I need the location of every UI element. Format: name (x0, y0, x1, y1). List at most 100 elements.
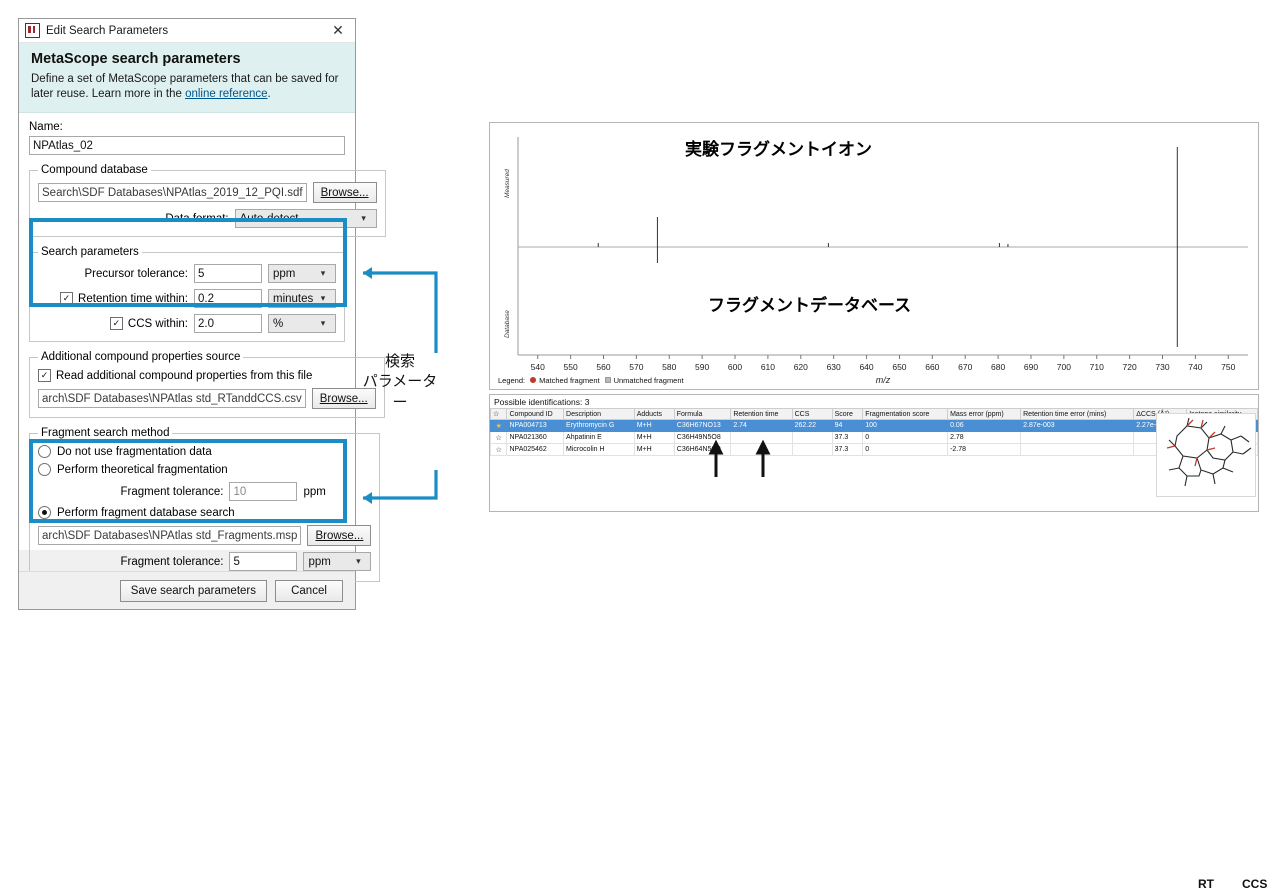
precursor-tolerance-label: Precursor tolerance: (84, 267, 188, 280)
radio-circle-icon (38, 463, 51, 477)
column-header-compound-id[interactable]: Compound ID (506, 408, 565, 420)
cancel-button[interactable]: Cancel (275, 579, 343, 602)
svg-text:700: 700 (1057, 362, 1071, 372)
radio-no-fragmentation[interactable]: Do not use fragmentation data (38, 445, 371, 459)
precursor-tolerance-input[interactable]: 5 (194, 264, 262, 284)
rt-ccs-arrows (708, 439, 771, 477)
cell-score: 94 (831, 419, 864, 432)
cell-rt-error (1020, 443, 1135, 456)
column-header-retention-time[interactable]: Retention time (730, 408, 793, 420)
ccs-input[interactable]: 2.0 (194, 314, 262, 334)
matched-fragment-color-swatch (530, 377, 537, 383)
radio-circle-icon (38, 445, 51, 459)
fragment-tolerance-input[interactable]: 5 (229, 552, 298, 572)
cell-formula: C36H67NO13 (673, 419, 732, 432)
read-additional-properties-checkbox[interactable]: ✓ (38, 369, 51, 383)
data-format-select[interactable]: Auto-detect ▾ (234, 209, 377, 229)
svg-text:670: 670 (958, 362, 972, 372)
cell-fragmentation-score: 0 (862, 443, 949, 456)
cell-compound-id: NPA021360 (506, 431, 565, 444)
fragment-tolerance-unit-select[interactable]: ppm ▾ (303, 552, 372, 572)
callout-connector-lower (363, 470, 438, 504)
table-row[interactable]: ★ NPA004713 Erythromycin G M+H C36H67NO13 2.7… (489, 419, 1258, 432)
unmatched-fragment-color-swatch (604, 377, 611, 383)
cell-description: Microcolin H (563, 443, 635, 456)
theoretical-fragment-tolerance-input[interactable]: 10 (229, 482, 298, 502)
column-header-adducts[interactable]: Adducts (633, 408, 675, 420)
retention-time-label: Retention time within: (78, 292, 188, 305)
header-description: Define a set of MetaScope parameters tha… (31, 72, 343, 102)
close-icon[interactable]: ✕ (327, 21, 349, 41)
cell-retention-time: 2.74 (730, 419, 793, 432)
radio-theoretical-fragmentation[interactable]: Perform theoretical fragmentation (38, 463, 371, 477)
radio-no-fragmentation-label: Do not use fragmentation data (57, 445, 212, 458)
radio-fragment-database-search[interactable]: Perform fragment database search (38, 506, 371, 520)
fragment-database-path-input[interactable]: arch\SDF Databases\NPAtlas std_Fragments… (38, 526, 302, 546)
chevron-down-icon: ▾ (320, 293, 326, 304)
compound-database-path-input[interactable]: Search\SDF Databases\NPAtlas_2019_12_PQI… (38, 183, 307, 203)
svg-text:640: 640 (859, 362, 873, 372)
cell-ccs: 262.22 (791, 419, 833, 432)
column-header-star[interactable]: ☆ (489, 408, 508, 420)
row-star-icon[interactable]: ☆ (489, 431, 508, 444)
callout-label-line1: 検索 (384, 353, 415, 370)
browse-button-label: Browse... (315, 529, 364, 542)
ccs-checkbox[interactable]: ✓ (109, 317, 123, 331)
cell-score: 37.3 (831, 443, 864, 456)
svg-text:630: 630 (827, 362, 841, 372)
table-row[interactable]: ☆ NPA025462 Microcolin H M+H C36H64N5O9 37.3 0… (489, 443, 1258, 456)
dialog-footer: Save search parameters Cancel (19, 571, 355, 609)
svg-text:580: 580 (662, 362, 676, 372)
cell-fragmentation-score: 0 (862, 431, 949, 444)
identifications-table: ☆ Compound ID Description Adducts Formula Ret… (489, 408, 1258, 456)
table-row[interactable]: ☆ NPA021360 Ahpatinin E M+H C36H49N5O8 37.3 0 2… (489, 431, 1258, 444)
svg-text:750: 750 (1221, 362, 1235, 372)
row-star-icon[interactable]: ★ (489, 419, 508, 432)
column-header-formula[interactable]: Formula (673, 408, 732, 420)
fragment-search-method-group: Fragment search method Do not use fragme… (29, 427, 381, 583)
column-header-mass-error-ppm[interactable]: Mass error (ppm) (947, 408, 1022, 420)
fragment-tolerance-unit-value: ppm (308, 555, 331, 568)
cell-mass-error: 2.78 (947, 431, 1022, 444)
legend-item-unmatched: Unmatched fragment (604, 376, 684, 385)
svg-text:710: 710 (1090, 362, 1104, 372)
edit-search-parameters-dialog: Edit Search Parameters ✕ MetaScope searc… (18, 18, 386, 610)
additional-properties-path-input[interactable]: arch\SDF Databases\NPAtlas std_RTanddCCS… (38, 389, 306, 409)
retention-time-unit-select[interactable]: minutes ▾ (268, 289, 336, 309)
compound-database-browse-button[interactable]: Browse... (312, 182, 377, 204)
radio-circle-selected-icon (38, 506, 51, 520)
callout-label-line2: パラメーター (362, 373, 438, 411)
cell-mass-error: 0.06 (947, 419, 1022, 432)
retention-time-checkbox[interactable]: ✓ (60, 292, 74, 306)
legend-item-matched: Matched fragment (530, 376, 600, 385)
name-input[interactable]: NPAtlas_02 (29, 136, 345, 156)
svg-text:620: 620 (794, 362, 808, 372)
ccs-unit-select[interactable]: % ▾ (268, 314, 336, 334)
save-search-parameters-button[interactable]: Save search parameters (119, 579, 267, 602)
column-header-description[interactable]: Description (563, 408, 635, 420)
precursor-tolerance-unit-select[interactable]: ppm ▾ (268, 264, 336, 284)
table-header-row: ☆ Compound ID Description Adducts Formula Ret… (489, 408, 1258, 420)
column-header-ccs[interactable]: CCS (791, 408, 833, 420)
online-reference-link[interactable]: online reference (185, 88, 267, 100)
cell-adducts: M+H (633, 419, 675, 432)
data-format-value: Auto-detect (239, 212, 299, 225)
dialog-body: Name: NPAtlas_02 Compound database Searc… (19, 113, 386, 583)
read-additional-properties-label: Read additional compound properties from… (56, 369, 313, 382)
column-header-score[interactable]: Score (831, 408, 864, 420)
column-header-fragmentation-score[interactable]: Fragmentation score (862, 408, 949, 420)
ccs-arrow-label: CCS (1242, 877, 1268, 891)
radio-theoretical-fragmentation-label: Perform theoretical fragmentation (57, 463, 228, 476)
chevron-down-icon: ▾ (356, 556, 361, 567)
retention-time-input[interactable]: 0.2 (194, 289, 262, 309)
cell-score: 37.3 (831, 431, 864, 444)
possible-identifications-panel: Possible identifications: 3 ☆ Compound ID… (489, 394, 1267, 891)
fragment-search-method-label: Fragment search method (41, 427, 170, 440)
row-star-icon[interactable]: ☆ (489, 443, 508, 456)
svg-text:570: 570 (629, 362, 643, 372)
column-header-retention-time-error-mins[interactable]: Retention time error (mins) (1020, 408, 1135, 420)
search-parameters-label: Search parameters (41, 246, 139, 259)
additional-properties-label: Additional compound properties source (41, 351, 241, 364)
cell-description: Ahpatinin E (563, 431, 635, 444)
compound-database-label: Compound database (41, 164, 148, 177)
